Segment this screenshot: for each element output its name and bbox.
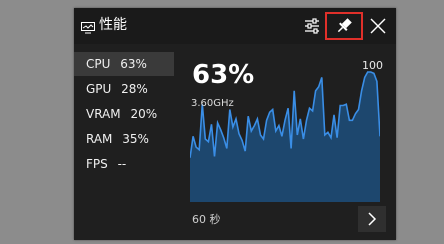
metric-label: GPU [86,82,112,96]
metric-value: -- [117,157,127,171]
graph-area [190,72,380,202]
graph-max-label: 100 [362,59,383,72]
metric-label: RAM [86,132,113,146]
metric-ram[interactable]: RAM 35% [74,127,174,151]
current-usage: 63% [192,60,255,90]
close-button[interactable] [366,14,390,38]
title-bar[interactable]: 性能 [74,8,396,44]
metrics-list: CPU 63% GPU 28% VRAM 20% RAM 35% FPS -- [74,52,174,177]
metric-vram[interactable]: VRAM 20% [74,102,174,126]
pin-button[interactable] [325,12,363,40]
widget-title: 性能 [99,17,127,33]
metric-value: 63% [120,57,147,71]
pin-icon [327,18,361,42]
settings-button[interactable] [300,14,324,38]
metric-label: FPS [86,157,108,171]
metric-value: 35% [122,132,149,146]
metric-label: CPU [86,57,111,71]
metric-value: 28% [121,82,148,96]
close-icon [366,18,390,42]
next-metric-button[interactable] [358,206,386,232]
performance-widget: 性能 CPU 63% GPU 28% VRAM 20% RAM 35% FPS … [74,8,396,240]
metric-label: VRAM [86,107,121,121]
graph-time-label: 60 秒 [192,213,221,226]
metric-value: 20% [130,107,158,121]
performance-monitor-icon [81,19,95,34]
metric-gpu[interactable]: GPU 28% [74,77,174,101]
metric-cpu[interactable]: CPU 63% [74,52,174,76]
metric-fps[interactable]: FPS -- [74,152,174,176]
sliders-icon [300,18,324,42]
chevron-right-icon [358,212,386,236]
cpu-frequency: 3.60GHz [191,98,234,109]
